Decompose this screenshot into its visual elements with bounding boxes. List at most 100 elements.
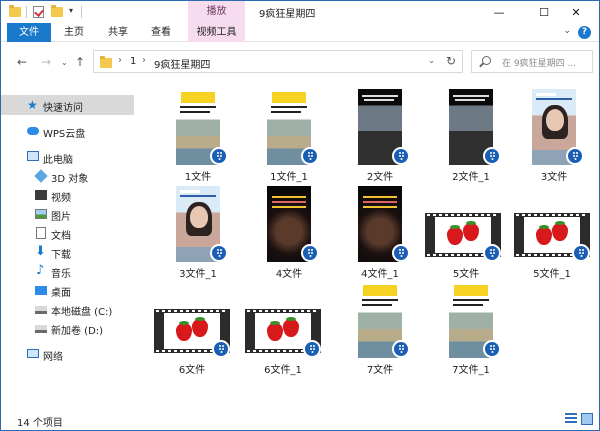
item-count: 14 个项目 <box>17 418 63 429</box>
sidebar-item-drive-d[interactable]: 新加卷 (D:) <box>1 318 134 338</box>
back-icon[interactable]: ← <box>17 55 27 69</box>
network-icon <box>27 349 39 358</box>
file-list: 1文件 1文件_1 2文件 2文件_1 3文件 3文件_1 4文件 4文件_1 … <box>141 85 596 407</box>
file-item[interactable]: 2文件 <box>337 89 423 183</box>
video-badge-icon <box>210 244 228 262</box>
file-name: 3文件_1 <box>179 269 217 280</box>
folder-icon <box>9 5 21 19</box>
file-name: 5文件_1 <box>533 269 571 280</box>
file-item[interactable]: 4文件_1 <box>337 186 423 280</box>
address-bar[interactable]: › 1 › 9疯狂星期四 ⌄ ↻ <box>93 50 463 73</box>
tab-video-tools[interactable]: 视频工具 <box>188 23 245 42</box>
folder-icon <box>100 56 112 68</box>
new-folder-icon[interactable] <box>51 5 63 19</box>
close-icon[interactable]: ✕ <box>554 1 598 23</box>
sidebar-item-this-pc[interactable]: 此电脑 <box>1 147 134 167</box>
document-icon <box>36 227 46 239</box>
file-item[interactable]: 5文件_1 <box>509 186 595 280</box>
tab-share[interactable]: 共享 <box>103 23 133 42</box>
sidebar-item-drive-c[interactable]: 本地磁盘 (C:) <box>1 299 134 319</box>
video-badge-icon <box>210 147 228 165</box>
file-name: 1文件 <box>184 172 212 183</box>
tab-home[interactable]: 主页 <box>59 23 89 42</box>
chevron-right-icon[interactable]: › <box>118 55 122 66</box>
star-icon: ★ <box>27 98 38 112</box>
breadcrumb-current[interactable]: 9疯狂星期四 <box>154 56 210 71</box>
up-icon[interactable]: ↑ <box>75 55 85 69</box>
breadcrumb-1[interactable]: 1 <box>130 56 136 67</box>
sidebar-item-music[interactable]: ♪ 音乐 <box>1 261 134 281</box>
file-name: 2文件 <box>366 172 394 183</box>
video-badge-icon <box>392 244 410 262</box>
file-name: 5文件 <box>452 269 480 280</box>
video-badge-icon <box>301 244 319 262</box>
status-bar: 14 个项目 <box>1 409 599 430</box>
sidebar-item-wps-cloud[interactable]: WPS云盘 <box>1 121 134 141</box>
file-item[interactable]: 1文件 <box>155 89 241 183</box>
file-name: 3文件 <box>540 172 568 183</box>
minimize-icon[interactable]: — <box>477 1 521 23</box>
desktop-icon <box>35 286 47 295</box>
help-icon[interactable]: ? <box>578 26 591 39</box>
sidebar-item-documents[interactable]: 文档 <box>1 223 134 243</box>
file-name: 4文件_1 <box>361 269 399 280</box>
window-title: 9疯狂星期四 <box>259 9 316 20</box>
video-badge-icon <box>483 244 501 262</box>
video-badge-icon <box>301 147 319 165</box>
sidebar-item-desktop[interactable]: 桌面 <box>1 280 134 300</box>
file-name: 2文件_1 <box>452 172 490 183</box>
video-badge-icon <box>483 147 501 165</box>
refresh-icon[interactable]: ↻ <box>446 54 456 68</box>
video-badge-icon <box>566 147 584 165</box>
sidebar-item-network[interactable]: 网络 <box>1 344 134 364</box>
drive-icon <box>35 325 47 333</box>
file-item[interactable]: 3文件 <box>511 89 597 183</box>
explorer-window: ▾ 播放 9疯狂星期四 — ☐ ✕ 文件 主页 共享 查看 视频工具 ⌄ ? ←… <box>0 0 600 431</box>
file-name: 7文件_1 <box>452 365 490 376</box>
chevron-right-icon[interactable]: › <box>142 55 146 66</box>
tab-view[interactable]: 查看 <box>146 23 176 42</box>
video-badge-icon <box>212 340 230 358</box>
file-item[interactable]: 2文件_1 <box>428 89 514 183</box>
collapse-ribbon-icon[interactable]: ⌄ <box>563 26 571 36</box>
address-dropdown-icon[interactable]: ⌄ <box>428 56 435 65</box>
file-item[interactable]: 6文件 <box>149 282 235 376</box>
music-icon: ♪ <box>36 263 45 278</box>
file-item[interactable]: 3文件_1 <box>155 186 241 280</box>
file-item[interactable]: 1文件_1 <box>246 89 332 183</box>
file-item[interactable]: 5文件 <box>423 186 509 280</box>
video-badge-icon <box>392 147 410 165</box>
file-item[interactable]: 7文件 <box>337 282 423 376</box>
forward-icon[interactable]: → <box>41 55 51 69</box>
file-name: 1文件_1 <box>270 172 308 183</box>
sidebar-item-downloads[interactable]: ⬇ 下载 <box>1 242 134 262</box>
customize-toolbar-icon[interactable]: ▾ <box>69 6 73 15</box>
file-name: 4文件 <box>275 269 303 280</box>
sidebar-item-3d-objects[interactable]: 3D 对象 <box>1 166 134 186</box>
context-group-play: 播放 <box>188 1 245 23</box>
recent-locations-icon[interactable]: ⌄ <box>61 58 68 67</box>
computer-icon <box>27 151 39 161</box>
file-item[interactable]: 6文件_1 <box>240 282 326 376</box>
search-box[interactable]: 在 9疯狂星期四 ... <box>471 50 593 73</box>
picture-icon <box>35 209 47 219</box>
large-icons-view-icon[interactable] <box>581 413 593 425</box>
ribbon-tabs: 文件 主页 共享 查看 视频工具 ⌄ ? <box>1 23 599 42</box>
details-view-icon[interactable] <box>565 413 577 425</box>
file-item[interactable]: 4文件 <box>246 186 332 280</box>
file-name: 7文件 <box>366 365 394 376</box>
video-badge-icon <box>572 244 590 262</box>
tab-file[interactable]: 文件 <box>7 23 51 42</box>
sidebar-item-videos[interactable]: 视频 <box>1 185 134 205</box>
sidebar-item-quick-access[interactable]: ★ 快速访问 <box>1 95 134 115</box>
file-item[interactable]: 7文件_1 <box>428 282 514 376</box>
video-icon <box>35 190 47 200</box>
file-name: 6文件 <box>178 365 206 376</box>
video-badge-icon <box>303 340 321 358</box>
file-name: 6文件_1 <box>264 365 302 376</box>
properties-icon[interactable] <box>33 5 44 19</box>
sidebar-item-pictures[interactable]: 图片 <box>1 204 134 224</box>
title-bar: ▾ 播放 9疯狂星期四 — ☐ ✕ <box>1 1 599 23</box>
address-row: ← → ⌄ ↑ › 1 › 9疯狂星期四 ⌄ ↻ 在 9疯狂星期四 ... <box>1 47 599 77</box>
video-badge-icon <box>483 340 501 358</box>
